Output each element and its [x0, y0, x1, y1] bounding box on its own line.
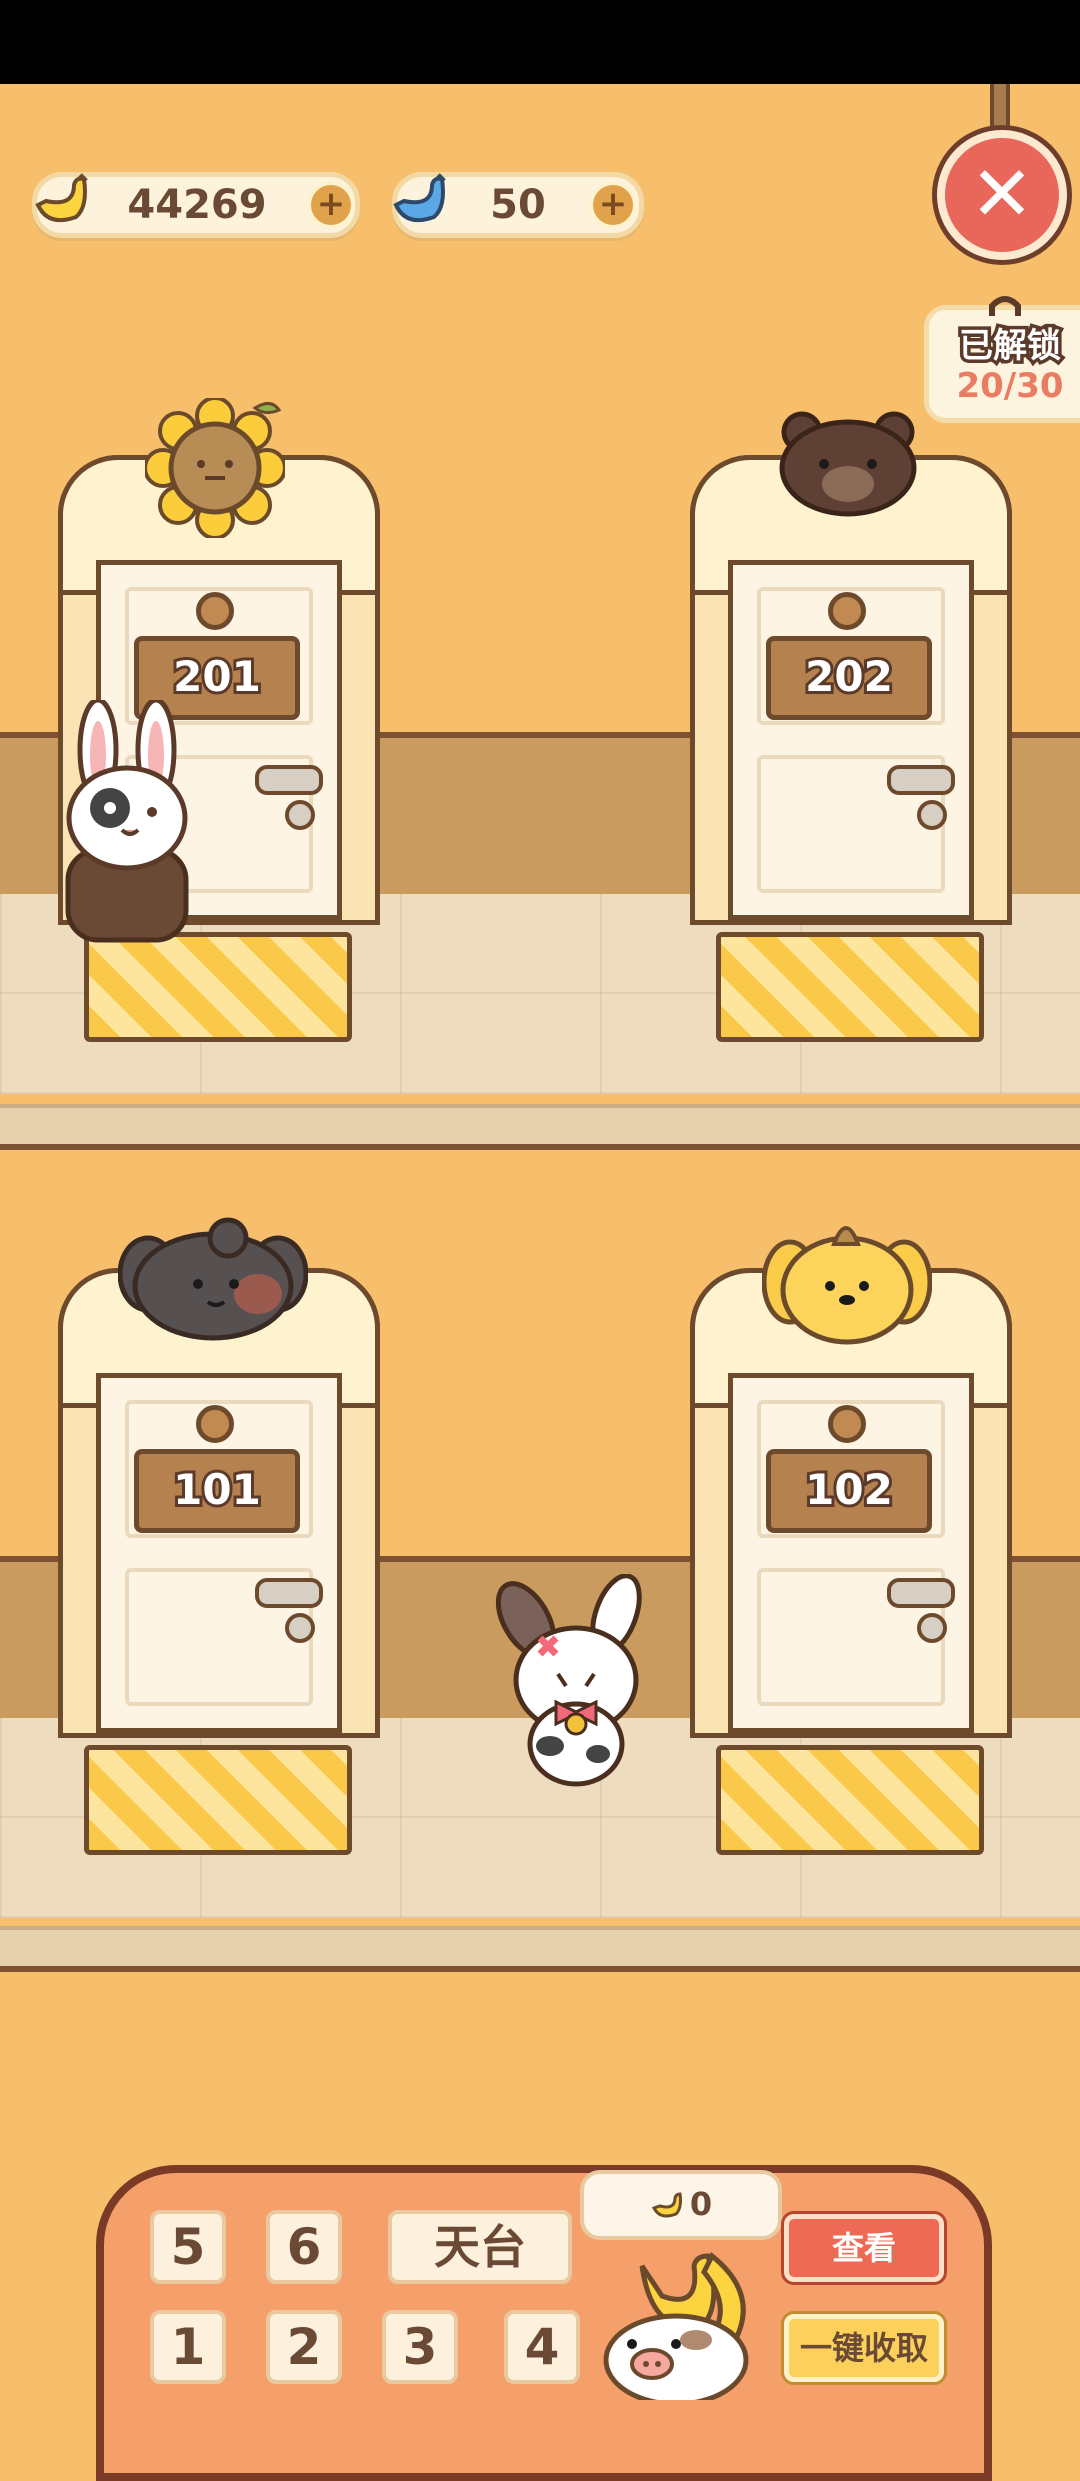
- add-blue-banana-button[interactable]: +: [589, 181, 637, 229]
- close-rope: [990, 84, 1010, 134]
- close-icon: ✕: [970, 149, 1034, 238]
- status-bar: [0, 0, 1080, 84]
- floor-5-button[interactable]: 5: [150, 2210, 226, 2284]
- floor-4-button[interactable]: 4: [504, 2310, 580, 2384]
- bunny-character[interactable]: [52, 700, 202, 950]
- pudding-dog-icon[interactable]: [762, 1210, 932, 1350]
- banana-icon: [35, 173, 88, 222]
- sunflower-icon[interactable]: [145, 398, 285, 538]
- dog-icon[interactable]: [118, 1214, 308, 1344]
- rooftop-button[interactable]: 天台: [388, 2210, 572, 2284]
- piggy-bank-icon[interactable]: [592, 2236, 772, 2400]
- room-102-mat: [716, 1745, 984, 1855]
- floor-1-button[interactable]: 1: [150, 2310, 226, 2384]
- view-button[interactable]: 查看: [784, 2214, 944, 2282]
- close-button[interactable]: ✕: [937, 130, 1067, 260]
- floor-2-edge: [0, 1104, 1080, 1150]
- pending-bananas-bubble: 0: [580, 2170, 782, 2240]
- unlocked-title: 已解锁: [956, 323, 1065, 370]
- sign-hook: [828, 1405, 866, 1443]
- banana-count: 44269: [127, 182, 267, 228]
- room-202-mat: [716, 932, 984, 1042]
- bear-icon[interactable]: [776, 408, 920, 518]
- cow-bunny-character[interactable]: [480, 1574, 670, 1794]
- unlocked-count: 20/30: [956, 366, 1064, 406]
- room-102-sign: 102: [766, 1449, 932, 1533]
- room-101-sign: 101: [134, 1449, 300, 1533]
- sign-hook: [196, 1405, 234, 1443]
- room-202-sign: 202: [766, 636, 932, 720]
- floor-3-button[interactable]: 3: [382, 2310, 458, 2384]
- room-101-mat: [84, 1745, 352, 1855]
- add-banana-button[interactable]: +: [307, 181, 355, 229]
- collect-all-button[interactable]: 一键收取: [784, 2314, 944, 2382]
- sign-hook: [828, 592, 866, 630]
- sign-hook: [196, 592, 234, 630]
- banana-icon: [651, 2192, 682, 2218]
- blue-banana-icon: [393, 173, 446, 222]
- floor-2-button[interactable]: 2: [266, 2310, 342, 2384]
- floor-1-edge: [0, 1926, 1080, 1972]
- pending-bananas-count: 0: [689, 2185, 713, 2223]
- floor-6-button[interactable]: 6: [266, 2210, 342, 2284]
- blue-banana-count: 50: [490, 182, 546, 228]
